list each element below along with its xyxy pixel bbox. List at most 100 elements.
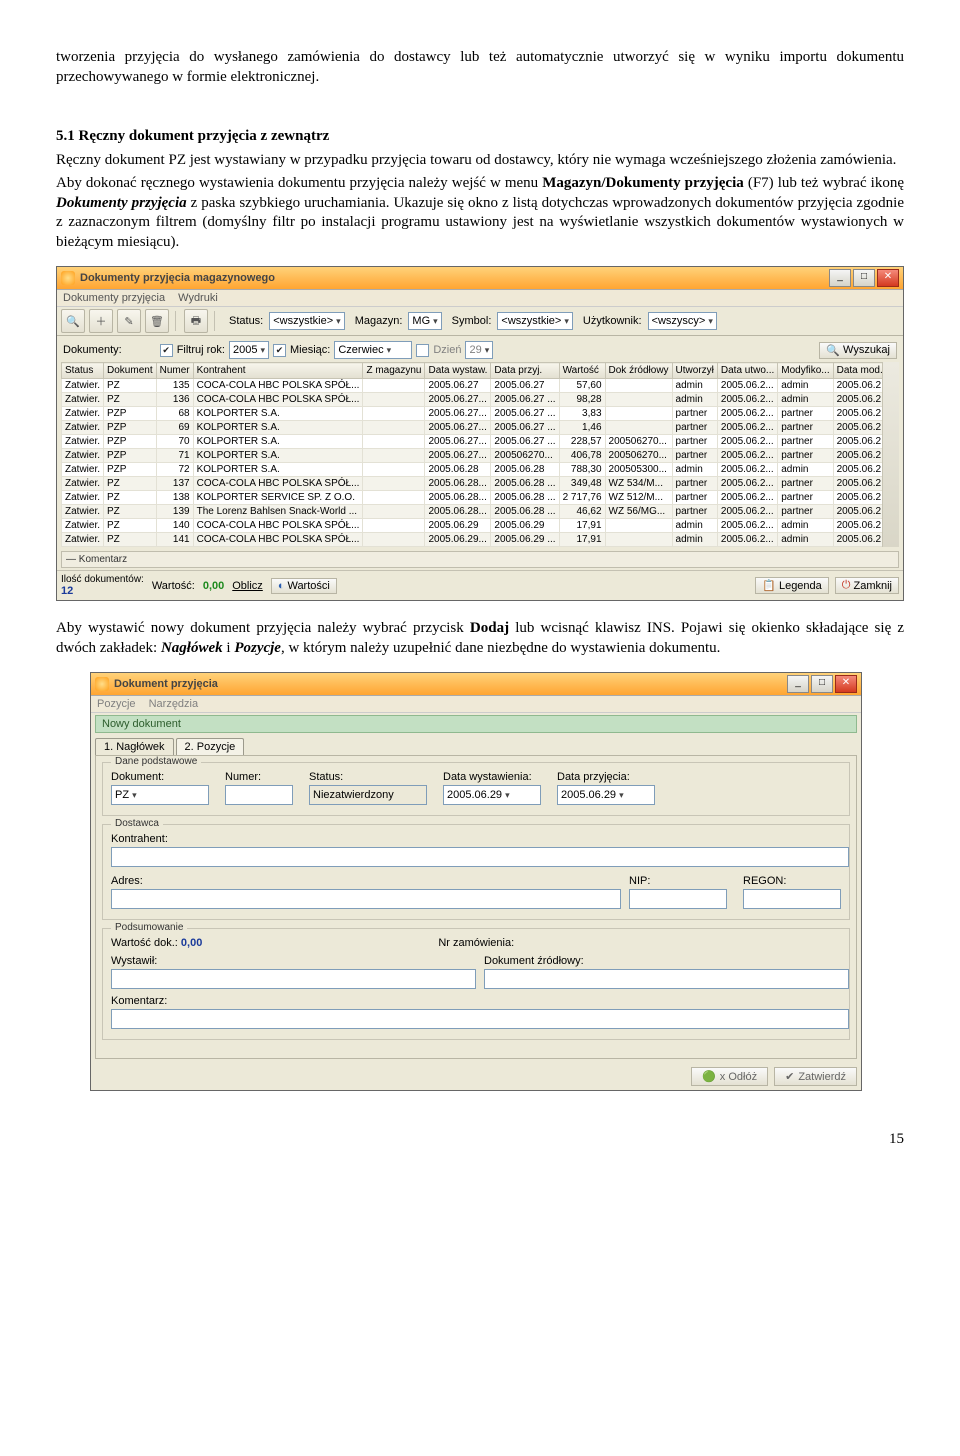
regon-label: REGON: xyxy=(743,875,841,887)
date-received-label: Data przyjęcia: xyxy=(557,771,655,783)
menu-pozycje[interactable]: Pozycje xyxy=(97,698,136,710)
titlebar[interactable]: Dokument przyjęcia _ □ ✕ xyxy=(91,673,861,696)
table-row[interactable]: Zatwier.PZP71KOLPORTER S.A.2005.06.27...… xyxy=(62,449,883,463)
window-documents-list: Dokumenty przyjęcia magazynowego _ □ ✕ D… xyxy=(56,266,904,601)
tool-search-icon[interactable]: 🔍 xyxy=(61,309,85,333)
address-input[interactable] xyxy=(111,889,621,909)
intro-paragraph: tworzenia przyjęcia do wysłanego zamówie… xyxy=(56,48,904,87)
table-row[interactable]: Zatwier.PZ140COCA-COLA HBC POLSKA SPÓŁ..… xyxy=(62,519,883,533)
menubar[interactable]: Pozycje Narzędzia xyxy=(91,696,861,713)
table-row[interactable]: Zatwier.PZP72KOLPORTER S.A.2005.06.28200… xyxy=(62,463,883,477)
odloz-button[interactable]: 🟢 x Odłóż xyxy=(691,1067,768,1086)
column-header[interactable]: Dokument xyxy=(104,363,157,379)
number-input[interactable] xyxy=(225,785,293,805)
column-header[interactable]: Dok źródłowy xyxy=(605,363,672,379)
column-header[interactable]: Data utwo... xyxy=(717,363,777,379)
table-row[interactable]: Zatwier.PZ139The Lorenz Bahlsen Snack-Wo… xyxy=(62,505,883,519)
legenda-button[interactable]: 📋 Legenda xyxy=(755,577,829,594)
column-header[interactable]: Data przyj. xyxy=(491,363,559,379)
month-label: Miesiąc: xyxy=(290,344,330,356)
tab-positions[interactable]: 2. Pozycje xyxy=(176,738,245,755)
comment-bar: — Komentarz xyxy=(61,551,899,568)
menu-prints[interactable]: Wydruki xyxy=(178,292,218,304)
date-received-input[interactable]: 2005.06.29 xyxy=(557,785,655,805)
close-button[interactable]: ✕ xyxy=(835,675,857,693)
table-row[interactable]: Zatwier.PZ135COCA-COLA HBC POLSKA SPÓŁ..… xyxy=(62,379,883,393)
tool-delete-icon[interactable]: 🗑 xyxy=(145,309,169,333)
year-dropdown[interactable]: 2005 xyxy=(229,341,269,359)
source-doc-label: Dokument źródłowy: xyxy=(484,955,841,967)
number-label: Numer: xyxy=(225,771,293,783)
zamknij-button[interactable]: ⏻ Zamknij xyxy=(835,577,899,594)
oblicz-link[interactable]: Oblicz xyxy=(232,580,263,592)
fieldset-supplier: Dostawca Kontrahent: Adres: NIP: REGON: xyxy=(102,824,850,920)
date-issued-label: Data wystawienia: xyxy=(443,771,541,783)
magazyn-dropdown[interactable]: MG xyxy=(408,312,441,330)
table-row[interactable]: Zatwier.PZP68KOLPORTER S.A.2005.06.27...… xyxy=(62,407,883,421)
tool-print-icon[interactable]: 🖶 xyxy=(184,309,208,333)
documents-table[interactable]: StatusDokumentNumerKontrahentZ magazynuD… xyxy=(61,362,882,547)
address-label: Adres: xyxy=(111,875,613,887)
app-icon xyxy=(61,271,75,285)
doc-value-label: Wartość dok.: xyxy=(111,937,178,949)
close-button[interactable]: ✕ xyxy=(877,269,899,287)
table-row[interactable]: Zatwier.PZ141COCA-COLA HBC POLSKA SPÓŁ..… xyxy=(62,533,883,547)
menu-narzedzia[interactable]: Narzędzia xyxy=(149,698,199,710)
source-doc-input[interactable] xyxy=(484,969,849,989)
search-button[interactable]: 🔍 Wyszukaj xyxy=(819,342,897,359)
tab-header[interactable]: 1. Nagłówek xyxy=(95,738,174,755)
document-dropdown[interactable]: PZ xyxy=(111,785,209,805)
status-dropdown[interactable]: <wszystkie> xyxy=(269,312,344,330)
scrollbar[interactable] xyxy=(882,362,899,547)
document-label: Dokument: xyxy=(111,771,209,783)
minimize-button[interactable]: _ xyxy=(787,675,809,693)
regon-input[interactable] xyxy=(743,889,841,909)
tool-add-icon[interactable]: ＋ xyxy=(89,309,113,333)
column-header[interactable]: Wartość xyxy=(559,363,605,379)
filter-month-checkbox[interactable]: ✔ xyxy=(273,344,286,357)
wartosc-value: 0,00 xyxy=(203,580,224,592)
titlebar[interactable]: Dokumenty przyjęcia magazynowego _ □ ✕ xyxy=(57,267,903,290)
maximize-button[interactable]: □ xyxy=(853,269,875,287)
documents-label: Dokumenty: xyxy=(63,344,122,356)
table-row[interactable]: Zatwier.PZP70KOLPORTER S.A.2005.06.27...… xyxy=(62,435,883,449)
column-header[interactable]: Data mod... xyxy=(833,363,882,379)
table-row[interactable]: Zatwier.PZ136COCA-COLA HBC POLSKA SPÓŁ..… xyxy=(62,393,883,407)
table-row[interactable]: Zatwier.PZ137COCA-COLA HBC POLSKA SPÓŁ..… xyxy=(62,477,883,491)
menubar[interactable]: Dokumenty przyjęcia Wydruki xyxy=(57,290,903,307)
issued-by-input[interactable] xyxy=(111,969,476,989)
column-header[interactable]: Modyfiko... xyxy=(778,363,833,379)
column-header[interactable]: Numer xyxy=(156,363,193,379)
filter-day-checkbox[interactable] xyxy=(416,344,429,357)
magazyn-label: Magazyn: xyxy=(355,315,403,327)
column-header[interactable]: Z magazynu xyxy=(363,363,425,379)
fieldset-basic-data: Dane podstawowe Dokument:PZ Numer: Statu… xyxy=(102,762,850,816)
minimize-button[interactable]: _ xyxy=(829,269,851,287)
symbol-dropdown[interactable]: <wszystkie> xyxy=(497,312,572,330)
table-row[interactable]: Zatwier.PZP69KOLPORTER S.A.2005.06.27...… xyxy=(62,421,883,435)
comment-label: Komentarz: xyxy=(111,995,841,1007)
contractor-input[interactable] xyxy=(111,847,849,867)
column-header[interactable]: Status xyxy=(62,363,104,379)
user-dropdown[interactable]: <wszyscy> xyxy=(648,312,717,330)
filter-year-checkbox[interactable]: ✔ xyxy=(160,344,173,357)
status-label: Status: xyxy=(309,771,427,783)
fieldset-summary: Podsumowanie Wartość dok.: 0,00 Nr zamów… xyxy=(102,928,850,1040)
month-dropdown[interactable]: Czerwiec xyxy=(334,341,412,359)
statusbar: Ilość dokumentów: 12 Wartość: 0,00 Oblic… xyxy=(57,570,903,600)
zatwierdz-button[interactable]: ✔ Zatwierdź xyxy=(774,1067,857,1086)
date-issued-input[interactable]: 2005.06.29 xyxy=(443,785,541,805)
nip-input[interactable] xyxy=(629,889,727,909)
comment-input[interactable] xyxy=(111,1009,849,1029)
maximize-button[interactable]: □ xyxy=(811,675,833,693)
day-dropdown[interactable]: 29 xyxy=(465,341,493,359)
window-title: Dokumenty przyjęcia magazynowego xyxy=(80,272,275,284)
menu-documents[interactable]: Dokumenty przyjęcia xyxy=(63,292,165,304)
table-row[interactable]: Zatwier.PZ138KOLPORTER SERVICE SP. Z O.O… xyxy=(62,491,883,505)
column-header[interactable]: Kontrahent xyxy=(193,363,363,379)
tool-edit-icon[interactable]: ✎ xyxy=(117,309,141,333)
column-header[interactable]: Utworzył xyxy=(672,363,717,379)
new-document-banner: Nowy dokument xyxy=(95,715,857,733)
column-header[interactable]: Data wystaw. xyxy=(425,363,491,379)
wartosci-button[interactable]: ◐Wartości xyxy=(271,578,337,594)
